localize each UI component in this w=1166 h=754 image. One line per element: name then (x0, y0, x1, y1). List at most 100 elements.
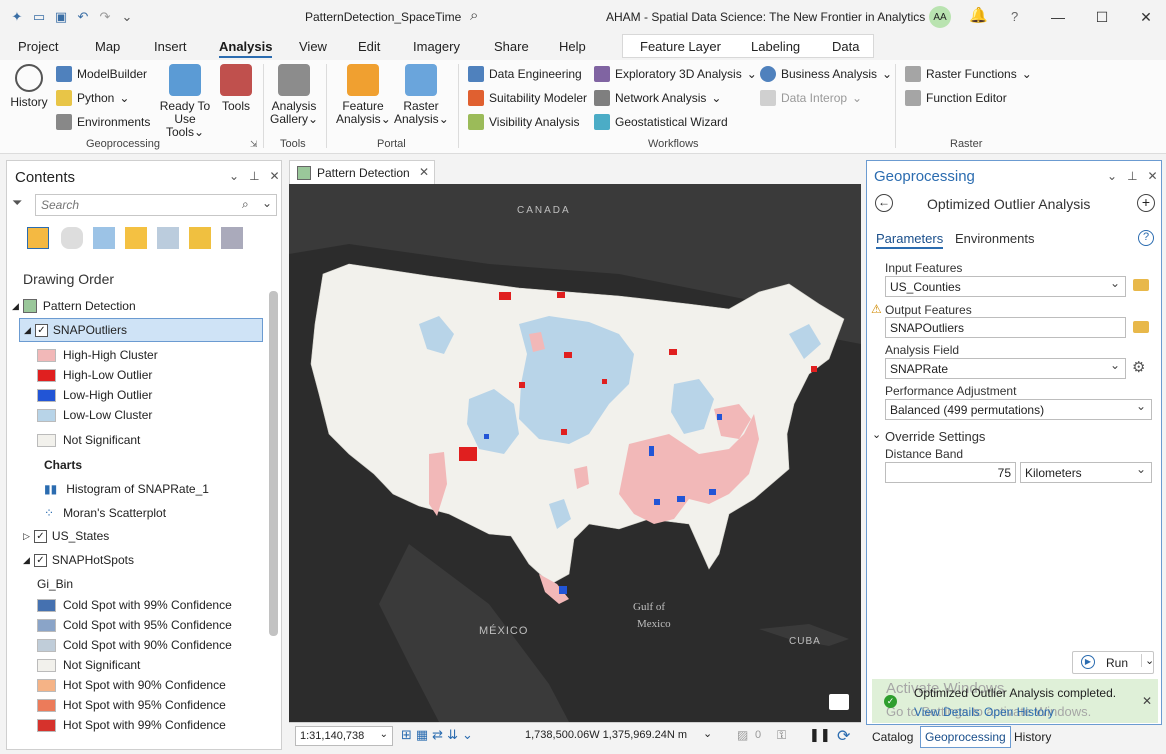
gear-icon[interactable]: ⚙ (1132, 358, 1145, 376)
view-details-link[interactable]: View Details (914, 705, 980, 719)
customize-chevron-icon[interactable]: ⌄ (118, 8, 136, 26)
layer-snapoutliers[interactable]: ◢ ✓ SNAPOutliers (19, 318, 263, 342)
list-by-selection-icon[interactable] (93, 227, 115, 249)
refresh-pause-icon[interactable]: ⚿ (777, 728, 786, 743)
expand-collapse-icon[interactable]: ◢ (23, 555, 30, 566)
visibility-checkbox[interactable]: ✓ (33, 529, 47, 543)
list-by-labeling-icon[interactable] (189, 227, 211, 249)
tab-geoprocessing[interactable]: Geoprocessing (920, 726, 1011, 748)
distance-unit-select[interactable]: Kilometers (1020, 462, 1152, 483)
vertical-scrollbar[interactable] (269, 291, 278, 636)
modelbuilder-button[interactable]: ModelBuilder (56, 66, 147, 82)
close-window-button[interactable]: ✕ (1134, 6, 1158, 28)
exploratory-3d-button[interactable]: Exploratory 3D Analysis ⌄ (594, 66, 757, 82)
open-history-link[interactable]: Open History (984, 705, 1054, 719)
browse-folder-icon[interactable] (1133, 321, 1149, 333)
analysis-field-select[interactable]: SNAPRate (885, 358, 1126, 379)
visibility-checkbox[interactable]: ✓ (33, 553, 47, 567)
close-icon[interactable]: ✕ (419, 165, 429, 179)
new-project-icon[interactable]: ✦ (8, 8, 26, 26)
tab-history[interactable]: History (1014, 730, 1051, 744)
function-editor-button[interactable]: Function Editor (905, 90, 1007, 106)
maximize-button[interactable]: ☐ (1090, 6, 1114, 28)
redo-icon[interactable]: ↷ (96, 8, 114, 26)
chevron-down-icon[interactable]: ⌄ (262, 196, 272, 210)
pane-options-icon[interactable]: ⌄ (1107, 169, 1117, 183)
notification-icon[interactable]: 🔔 (969, 6, 988, 24)
tab-map[interactable]: Map (95, 39, 120, 54)
data-engineering-button[interactable]: Data Engineering (468, 66, 582, 82)
close-icon[interactable]: ✕ (1148, 169, 1158, 183)
list-by-editing-icon[interactable] (125, 227, 147, 249)
selected-features-icon[interactable]: ▨ (737, 728, 748, 742)
tab-catalog[interactable]: Catalog (872, 730, 913, 744)
tab-help[interactable]: Help (559, 39, 586, 54)
list-by-snapping-icon[interactable] (157, 227, 179, 249)
list-by-drawing-order-icon[interactable] (27, 227, 49, 249)
tab-project[interactable]: Project (18, 39, 58, 54)
pin-icon[interactable]: ⊥ (1127, 169, 1137, 183)
search-input[interactable] (36, 195, 236, 215)
open-folder-icon[interactable]: ▭ (30, 8, 48, 26)
search-box[interactable]: ⌕ ⌄ (35, 194, 277, 216)
raster-functions-button[interactable]: Raster Functions ⌄ (905, 66, 1032, 82)
raster-analysis-button[interactable]: Raster Analysis⌄ (394, 64, 449, 126)
geostatistical-wizard-button[interactable]: Geostatistical Wizard (594, 114, 728, 130)
map-node[interactable]: ◢ Pattern Detection (12, 299, 136, 313)
scale-selector[interactable]: 1:31,140,738 ⌄ (295, 726, 393, 746)
expand-icon[interactable]: ▷ (23, 531, 30, 542)
chevron-down-icon[interactable]: ⌄ (1141, 654, 1154, 667)
tab-parameters[interactable]: Parameters (876, 231, 944, 249)
environments-button[interactable]: Environments (56, 114, 150, 130)
undo-icon[interactable]: ↶ (74, 8, 92, 26)
tab-data[interactable]: Data (832, 39, 859, 54)
back-arrow-icon[interactable]: ← (875, 194, 893, 212)
chart-histogram[interactable]: ▮▮ Histogram of SNAPRate_1 (44, 482, 209, 496)
tab-imagery[interactable]: Imagery (413, 39, 460, 54)
performance-select[interactable]: Balanced (499 permutations) (885, 399, 1152, 420)
suitability-modeler-button[interactable]: Suitability Modeler (468, 90, 587, 106)
add-icon[interactable]: + (1137, 194, 1155, 212)
tab-analysis[interactable]: Analysis (219, 39, 273, 58)
tab-share[interactable]: Share (494, 39, 529, 54)
close-icon[interactable]: ✕ (1142, 694, 1152, 708)
input-features-field[interactable]: US_Counties (885, 276, 1126, 297)
business-analysis-button[interactable]: Business Analysis ⌄ (760, 66, 892, 82)
data-interop-button[interactable]: Data Interop ⌄ (760, 90, 862, 106)
visibility-checkbox[interactable]: ✓ (34, 323, 48, 337)
filter-icon[interactable]: ⏷ (12, 195, 22, 211)
expand-collapse-icon[interactable]: ◢ (12, 301, 19, 312)
refresh-icon[interactable]: ⟳ (837, 726, 850, 746)
search-icon[interactable]: ⌕ (470, 7, 478, 24)
avatar[interactable]: AA (929, 6, 951, 28)
map-overview-icon[interactable] (829, 694, 849, 710)
tab-edit[interactable]: Edit (358, 39, 380, 54)
history-button[interactable]: History (8, 64, 50, 109)
distance-band-input[interactable]: 75 (885, 462, 1016, 483)
python-button[interactable]: Python ⌄ (56, 90, 129, 106)
help-icon[interactable]: ? (1138, 230, 1154, 246)
layer-snaphotspots[interactable]: ◢ ✓ SNAPHotSpots (23, 553, 134, 567)
tab-insert[interactable]: Insert (154, 39, 187, 54)
map-tab[interactable]: Pattern Detection ✕ (289, 160, 435, 184)
chevron-down-icon[interactable]: ⌄ (872, 428, 881, 441)
pin-icon[interactable]: ⊥ (249, 169, 259, 183)
search-icon[interactable]: ⌕ (242, 197, 249, 212)
map-canvas[interactable]: CANADA MÉXICO Gulf of Mexico CUBA (289, 184, 861, 722)
pause-drawing-icon[interactable]: ❚❚ (809, 727, 831, 743)
tab-environments[interactable]: Environments (955, 231, 1034, 246)
override-settings-heading[interactable]: Override Settings (885, 429, 985, 444)
help-icon[interactable]: ? (1011, 9, 1018, 24)
feature-analysis-button[interactable]: Feature Analysis⌄ (336, 64, 391, 126)
coord-units-chevron-icon[interactable]: ⌄ (703, 727, 712, 740)
chart-moran[interactable]: ⁘ Moran's Scatterplot (44, 506, 166, 520)
dialog-launcher-icon[interactable]: ⇲ (250, 139, 258, 150)
browse-folder-icon[interactable] (1133, 279, 1149, 291)
minimize-button[interactable]: — (1046, 6, 1070, 28)
list-by-perspective-imagery-icon[interactable] (221, 227, 243, 249)
pane-options-icon[interactable]: ⌄ (229, 169, 239, 183)
list-by-data-source-icon[interactable] (61, 227, 83, 249)
tab-labeling[interactable]: Labeling (751, 39, 800, 54)
run-button[interactable]: ▶ Run ⌄ (1072, 651, 1154, 674)
ready-to-use-tools-button[interactable]: Ready To Use Tools⌄ (154, 64, 216, 139)
